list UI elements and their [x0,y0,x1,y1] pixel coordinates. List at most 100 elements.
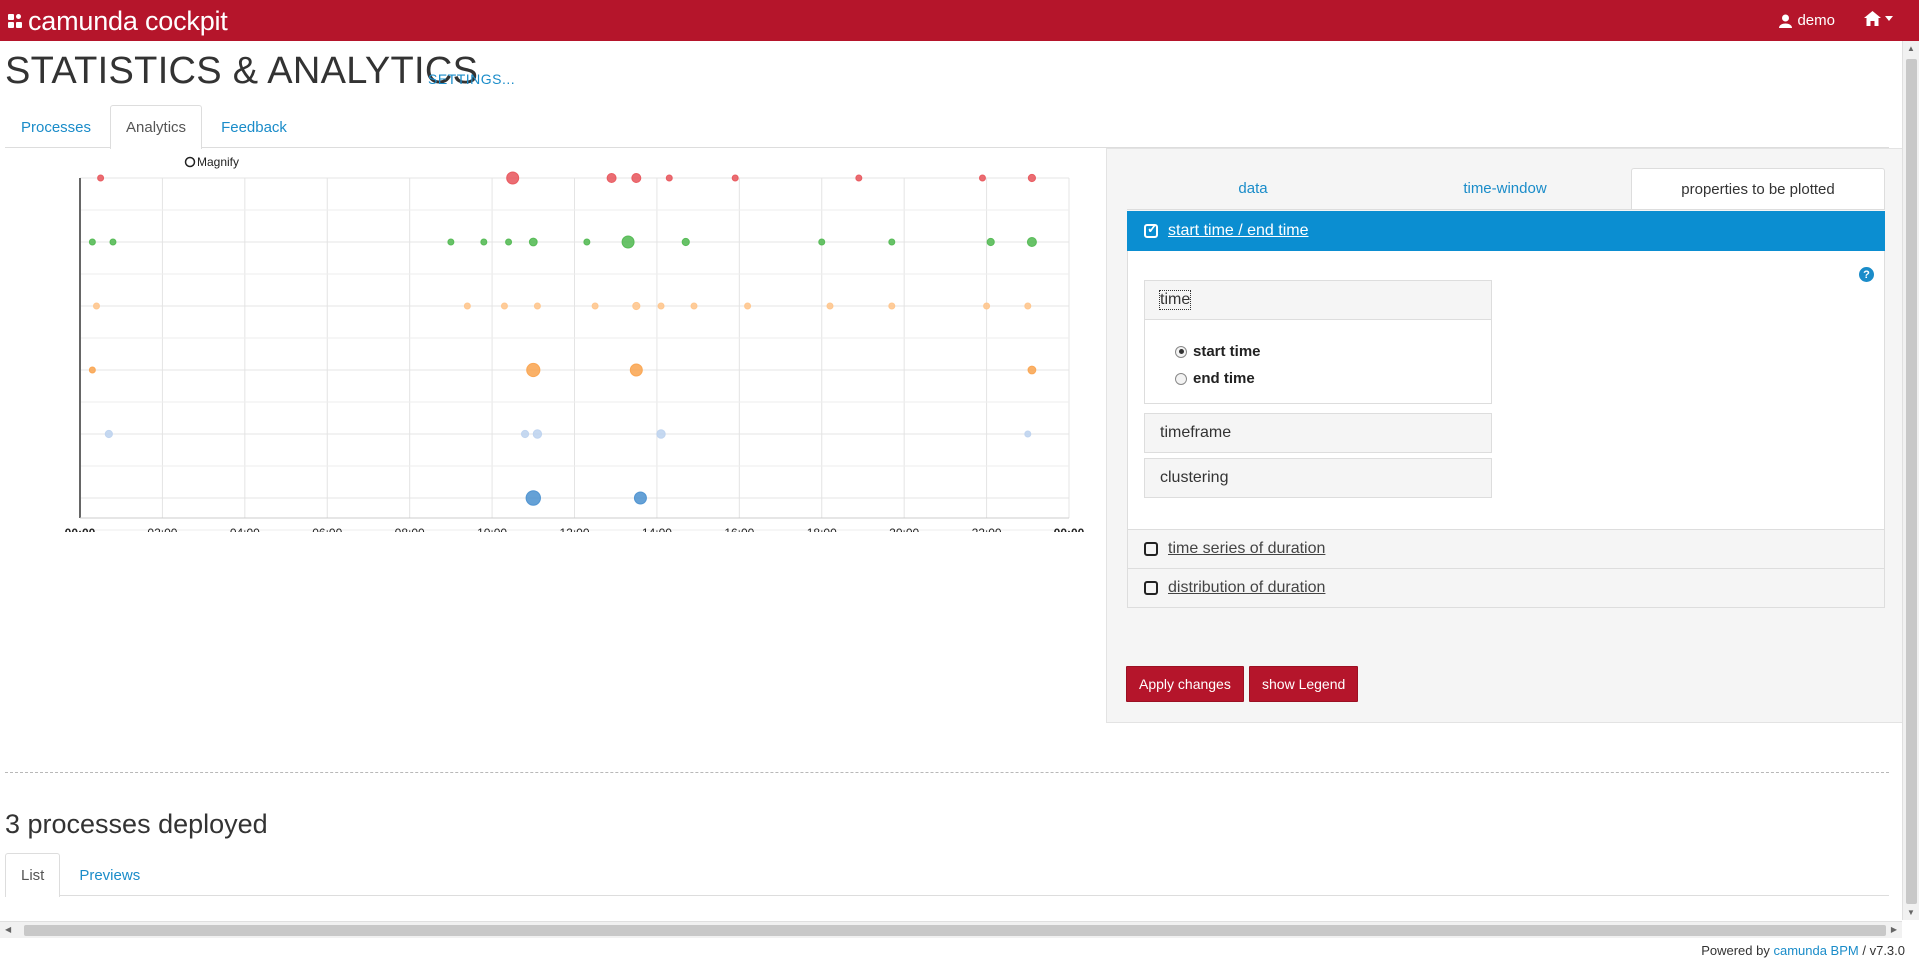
data-point [1026,237,1037,247]
scroll-right-icon[interactable]: ▶ [1891,925,1897,934]
option-start-time[interactable]: start time [1175,338,1491,365]
data-point [606,173,617,183]
tab-processes[interactable]: Processes [5,105,107,148]
section-label: time series of duration [1168,540,1326,557]
magnify-label: Magnify [197,155,239,169]
data-point [978,174,986,182]
magnify-radio-icon[interactable] [184,156,196,168]
data-point [888,238,896,246]
user-menu[interactable]: demo [1779,12,1835,29]
vertical-scrollbar[interactable]: ▲ ▼ [1902,41,1919,920]
data-point [855,174,863,182]
tab-previews[interactable]: Previews [63,853,156,896]
tab-data[interactable]: data [1127,168,1379,209]
x-tick-label: 18:00 [807,526,837,532]
brand[interactable]: camunda cockpit [8,6,228,37]
x-tick-label: 06:00 [312,526,342,532]
data-point [591,302,599,310]
x-tick-label: 14:00 [642,526,672,532]
question-icon[interactable]: ? [1859,267,1874,282]
tab-list[interactable]: List [5,853,61,897]
data-point [480,238,488,246]
section-time-series-duration[interactable]: time series of duration [1127,529,1885,569]
x-tick-label: 20:00 [889,526,919,532]
unchecked-checkbox-icon[interactable] [1144,581,1158,595]
section-label: distribution of duration [1168,579,1326,596]
tab-properties-to-be-plotted[interactable]: properties to be plotted [1631,168,1885,209]
data-point [520,429,530,439]
subpanel-timeframe[interactable]: timeframe [1144,413,1492,453]
subpanel-timeframe-label: timeframe [1160,424,1232,441]
page-title: STATISTICS & ANALYTICS [5,50,479,92]
subpanel-time-label: time [1158,290,1192,310]
x-tick-label: 22:00 [972,526,1002,532]
unchecked-checkbox-icon[interactable] [1144,542,1158,556]
app-title: camunda cockpit [28,6,228,36]
data-point [1027,365,1037,375]
scroll-down-icon[interactable]: ▼ [1907,908,1915,917]
data-point [533,302,541,310]
tab-feedback[interactable]: Feedback [205,105,303,148]
footer-prefix: Powered by [1701,943,1770,958]
data-point [888,302,896,310]
data-point [92,302,100,310]
camunda-bpm-link[interactable]: camunda BPM [1773,943,1858,958]
time-options: start time end time [1145,319,1491,403]
subpanel-time: time start time end time [1144,280,1492,404]
data-point [681,237,690,247]
data-point [505,238,513,246]
data-point [104,429,113,439]
option-end-time[interactable]: end time [1175,365,1491,392]
subpanel-clustering[interactable]: clustering [1144,458,1492,498]
section-start-end-time[interactable]: ✓ start time / end time [1127,211,1885,251]
data-point [690,302,698,310]
radio-unselected-icon[interactable] [1175,372,1187,385]
data-point [1027,173,1037,183]
deployed-tabs: List Previews [5,853,1889,897]
data-point [1024,430,1032,438]
vertical-scroll-thumb[interactable] [1906,59,1917,904]
data-point [818,238,826,246]
data-point [463,302,471,310]
scroll-up-icon[interactable]: ▲ [1907,44,1915,53]
subpanel-clustering-label: clustering [1160,469,1229,486]
section-start-end-time-body: ? time start time end time timeframe clu… [1127,251,1885,529]
subpanel-time-header[interactable]: time [1145,281,1491,319]
data-point [665,174,673,182]
data-point [656,429,666,439]
data-point [744,302,752,310]
user-name: demo [1797,12,1835,29]
x-tick-label: 12:00 [559,526,589,532]
deployed-count-heading: 3 processes deployed [5,809,268,839]
scroll-left-icon[interactable]: ◀ [5,925,11,934]
x-tick-label: 00:00 [65,526,96,532]
section-distribution-duration[interactable]: distribution of duration [1127,568,1885,608]
data-point [986,237,995,247]
checked-checkbox-icon[interactable]: ✓ [1144,222,1158,238]
option-label: start time [1193,343,1261,360]
settings-link[interactable]: SETTINGS... [428,71,515,87]
data-point [109,238,117,246]
section-divider [5,772,1889,773]
tab-analytics[interactable]: Analytics [110,105,203,149]
horizontal-scroll-thumb[interactable] [24,925,1886,936]
data-point [447,238,455,246]
top-navbar: camunda cockpit demo [0,0,1919,41]
subpanel-timeframe-header[interactable]: timeframe [1145,414,1491,452]
data-point [500,302,508,310]
tab-time-window[interactable]: time-window [1379,168,1631,209]
x-tick-label: 04:00 [230,526,260,532]
data-point [528,237,538,247]
data-point [1024,302,1032,310]
data-point [631,173,642,183]
data-point [525,490,541,506]
data-point [88,238,96,246]
apply-changes-button[interactable]: Apply changes [1126,666,1244,702]
home-menu[interactable] [1864,11,1893,26]
show-legend-button[interactable]: show Legend [1249,666,1359,702]
footer: Powered by camunda BPM / v7.3.0 [1701,943,1905,958]
horizontal-scrollbar[interactable]: ◀ ▶ [0,921,1902,938]
subpanel-clustering-header[interactable]: clustering [1145,459,1491,497]
data-point [731,174,739,182]
radio-selected-icon[interactable] [1175,345,1187,358]
